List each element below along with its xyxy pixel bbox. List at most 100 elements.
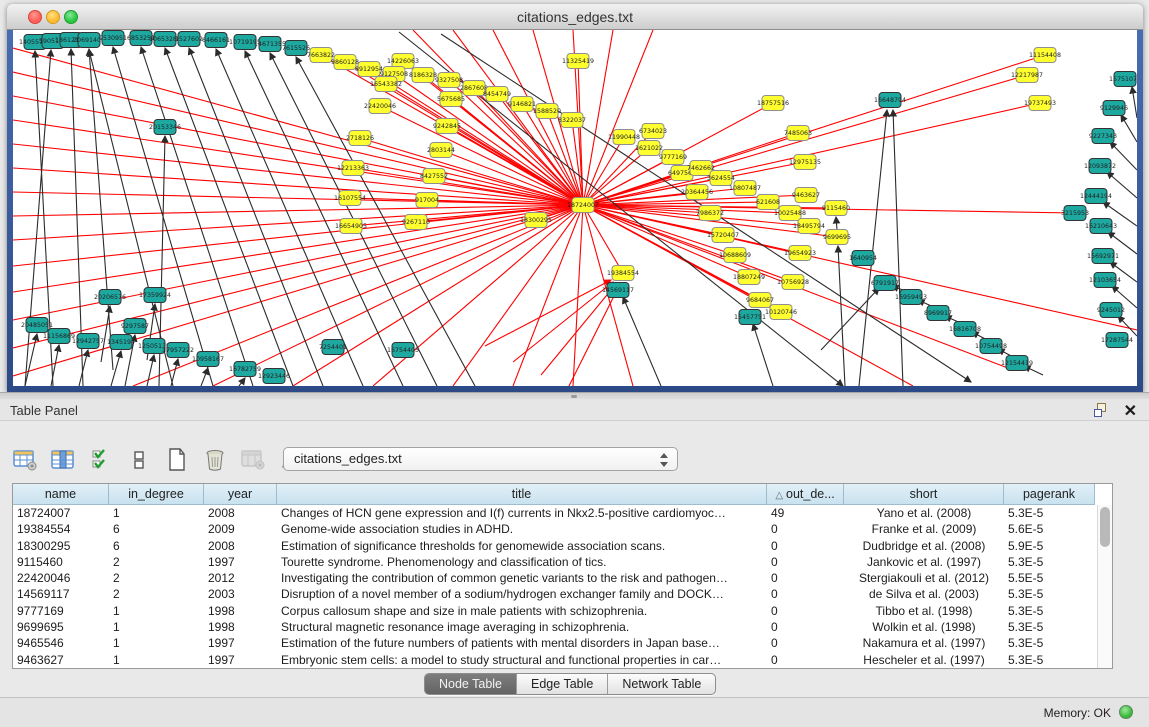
graph-edge[interactable] (838, 246, 845, 386)
graph-edge[interactable] (753, 324, 773, 386)
graph-node[interactable]: 2718126 (346, 131, 374, 146)
delete-columns-icon[interactable] (202, 447, 228, 473)
graph-node[interactable]: 9242845 (433, 119, 461, 134)
graph-edge[interactable] (189, 48, 323, 386)
graph-edge[interactable] (147, 355, 154, 386)
graph-edge[interactable] (293, 205, 583, 386)
scrollbar-thumb[interactable] (1100, 507, 1110, 547)
graph-node[interactable]: 19737493 (1024, 96, 1056, 111)
column-header-in_degree[interactable]: in_degree (109, 484, 204, 505)
graph-node[interactable]: 18495794 (793, 219, 825, 234)
graph-node[interactable]: 19654923 (784, 246, 816, 261)
graph-node[interactable]: 12154419 (1001, 356, 1033, 371)
table-row[interactable]: 977716911998Corpus callosum shape and si… (13, 603, 1097, 619)
table-row[interactable]: 1456911722003Disruption of a novel membe… (13, 586, 1097, 602)
graph-node[interactable]: 12444194 (1080, 189, 1112, 204)
graph-edge[interactable] (13, 192, 583, 205)
graph-node[interactable]: 9129946 (1100, 101, 1128, 116)
graph-node[interactable]: 7615526 (282, 41, 310, 56)
graph-node[interactable]: 9245012 (1097, 303, 1125, 318)
tab-node-table[interactable]: Node Table (425, 674, 517, 694)
graph-node[interactable]: 20206576 (94, 290, 126, 305)
graph-node[interactable]: 8427552 (420, 169, 448, 184)
table-row[interactable]: 1938455462009Genome-wide association stu… (13, 521, 1097, 537)
panel-splitter[interactable] (0, 392, 1149, 399)
graph-node[interactable]: 9267110 (402, 215, 430, 230)
graph-node[interactable]: 15720407 (707, 228, 739, 243)
graph-node[interactable]: 8322037 (558, 113, 586, 128)
graph-node[interactable]: 2803144 (427, 143, 455, 158)
column-header-year[interactable]: year (204, 484, 277, 505)
table-row[interactable]: 946554611997Estimation of the future num… (13, 635, 1097, 651)
graph-edge[interactable] (453, 205, 583, 386)
column-header-short[interactable]: short (844, 484, 1004, 505)
graph-node[interactable]: 1588520 (533, 104, 561, 119)
graph-node[interactable]: 3215953 (1061, 206, 1089, 221)
graph-edge[interactable] (583, 30, 653, 205)
graph-edge[interactable] (513, 282, 613, 362)
graph-node[interactable]: 12942757 (72, 334, 104, 349)
graph-edge[interactable] (821, 288, 879, 350)
graph-edge[interactable] (239, 378, 245, 386)
graph-node[interactable]: 8969917 (924, 306, 952, 321)
graph-node[interactable]: 20364456 (681, 185, 713, 200)
vertical-scrollbar[interactable] (1097, 505, 1112, 668)
graph-edge[interactable] (623, 297, 661, 386)
graph-node[interactable]: 12103654 (1089, 273, 1121, 288)
graph-node[interactable]: 15457751 (734, 310, 766, 325)
graph-node[interactable]: 17359924 (139, 288, 171, 303)
graph-node[interactable]: 18300295 (520, 213, 552, 228)
graph-node[interactable]: 6791917 (871, 276, 899, 291)
graph-node[interactable]: 16782759 (229, 362, 261, 377)
graph-node[interactable]: 8186328 (409, 68, 437, 83)
graph-node[interactable]: 16648794 (874, 93, 906, 108)
graph-node[interactable]: 16107554 (334, 191, 366, 206)
show-columns-icon[interactable] (50, 447, 76, 473)
graph-node[interactable]: 16210643 (1085, 219, 1117, 234)
float-window-icon[interactable] (1094, 403, 1109, 417)
graph-edge[interactable] (569, 286, 619, 386)
graph-node[interactable]: 917004 (415, 193, 439, 208)
graph-node[interactable]: 11154408 (1029, 48, 1061, 63)
merge-tables-icon[interactable] (126, 447, 152, 473)
column-header-name[interactable]: name (13, 484, 109, 505)
graph-node[interactable]: 17957222 (162, 343, 194, 358)
graph-node[interactable]: 12217987 (1011, 68, 1043, 83)
graph-node[interactable]: 11156869 (43, 329, 75, 344)
table-row[interactable]: 1872400712008Changes of HCN gene express… (13, 505, 1097, 521)
close-icon[interactable]: ✕ (1124, 401, 1137, 421)
row-selection-mode-icon[interactable] (88, 447, 114, 473)
table-row[interactable]: 911546021997Tourette syndrome. Phenomeno… (13, 554, 1097, 570)
graph-node[interactable]: 8912954 (355, 62, 383, 77)
graph-edge[interactable] (213, 205, 583, 386)
graph-node[interactable]: 9227343 (1089, 129, 1117, 144)
graph-node[interactable]: 10688609 (719, 248, 751, 263)
graph-edge[interactable] (13, 205, 583, 348)
graph-node[interactable]: 16754405 (387, 343, 419, 358)
graph-node[interactable]: 11325419 (562, 54, 594, 69)
graph-node[interactable]: 16654905 (335, 219, 367, 234)
graph-edge[interactable] (836, 217, 837, 230)
graph-node[interactable]: 9115460 (822, 201, 850, 216)
graph-node[interactable]: 6734023 (639, 124, 667, 139)
graph-node[interactable]: 7254401 (319, 340, 347, 355)
memory-status-icon[interactable] (1119, 705, 1133, 719)
tab-edge-table[interactable]: Edge Table (517, 674, 608, 694)
graph-node[interactable]: 16816708 (949, 322, 981, 337)
table-row[interactable]: 969969511998Structural magnetic resonanc… (13, 619, 1097, 635)
network-canvas[interactable]: 1405571759051951861211320691406953095168… (13, 30, 1137, 386)
graph-node[interactable]: 12213363 (337, 161, 369, 176)
graph-node[interactable]: 15692971 (1087, 249, 1119, 264)
column-header-pagerank[interactable]: pagerank (1004, 484, 1095, 505)
graph-node[interactable]: 12975135 (789, 155, 821, 170)
graph-node[interactable]: 19384554 (607, 266, 639, 281)
graph-node[interactable]: 10754498 (975, 339, 1007, 354)
graph-node[interactable]: 1640954 (849, 251, 877, 266)
graph-node[interactable]: 10120746 (765, 305, 797, 320)
graph-node[interactable]: 1527602 (175, 32, 203, 47)
graph-edge[interactable] (360, 138, 583, 205)
graph-node[interactable]: 5675685 (437, 92, 465, 107)
graph-node[interactable]: 10756928 (777, 275, 809, 290)
graph-node[interactable]: 20153346 (149, 120, 181, 135)
graph-node[interactable]: 18757516 (757, 96, 789, 111)
